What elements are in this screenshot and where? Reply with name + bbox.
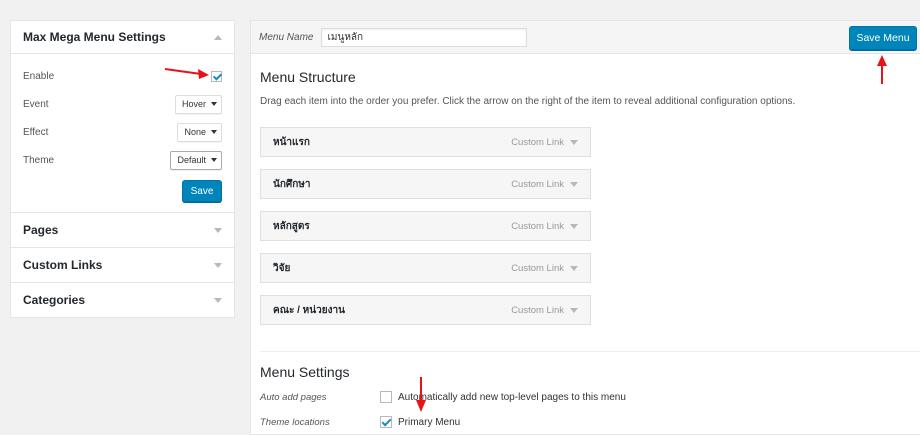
theme-select[interactable]: Default <box>170 150 222 170</box>
dropdown-caret-icon <box>211 102 217 106</box>
menu-item[interactable]: คณะ / หน่วยงาน Custom Link <box>260 295 591 325</box>
menu-header: Menu Name เมนูหลัก Save Menu <box>251 21 920 54</box>
event-select[interactable]: Hover <box>174 94 222 114</box>
effect-row: Effect None <box>23 118 222 146</box>
auto-add-label: Auto add pages <box>260 392 327 403</box>
menu-item-title: วิจัย <box>273 262 291 274</box>
menu-item[interactable]: วิจัย Custom Link <box>260 253 591 283</box>
accordion-custom-links-label: Custom Links <box>23 258 103 272</box>
left-column: Max Mega Menu Settings Enable Event Hove… <box>10 20 235 318</box>
mega-menu-settings-box: Max Mega Menu Settings Enable Event Hove… <box>10 20 235 318</box>
menu-item[interactable]: นักศึกษา Custom Link <box>260 169 591 199</box>
menu-structure-title: Menu Structure <box>260 69 356 85</box>
menu-settings-title: Menu Settings <box>260 364 350 380</box>
effect-select-value: None <box>184 127 206 137</box>
menu-item-type: Custom Link <box>511 305 578 316</box>
enable-checkbox[interactable] <box>211 70 222 82</box>
mega-menu-settings-title: Max Mega Menu Settings <box>23 30 166 44</box>
menu-item[interactable]: หลักสูตร Custom Link <box>260 211 591 241</box>
menu-item-type-label: Custom Link <box>511 262 564 274</box>
accordion-pages[interactable]: Pages <box>11 212 234 247</box>
primary-menu-checkbox[interactable] <box>380 416 392 428</box>
expand-arrow-icon[interactable] <box>570 139 578 145</box>
accordion-pages-label: Pages <box>23 223 59 237</box>
theme-locations-label: Theme locations <box>260 417 330 428</box>
menu-item-type: Custom Link <box>511 137 578 148</box>
menu-edit-panel: Menu Name เมนูหลัก Save Menu Menu Struct… <box>250 20 920 435</box>
section-divider <box>260 351 920 352</box>
menu-structure-description: Drag each item into the order you prefer… <box>260 96 796 107</box>
primary-menu-option: Primary Menu <box>380 416 460 428</box>
expand-arrow-icon <box>214 227 222 233</box>
effect-label: Effect <box>23 126 49 138</box>
enable-label: Enable <box>23 70 55 82</box>
accordion-categories-label: Categories <box>23 293 86 307</box>
menu-item-type: Custom Link <box>511 179 578 190</box>
menu-item-title: หน้าแรก <box>273 136 310 148</box>
annotation-arrow-icon <box>416 377 426 412</box>
expand-arrow-icon[interactable] <box>570 265 578 271</box>
mega-menu-settings-header[interactable]: Max Mega Menu Settings <box>11 21 234 54</box>
dropdown-caret-icon <box>211 158 217 162</box>
expand-arrow-icon[interactable] <box>570 181 578 187</box>
mega-menu-save-button[interactable]: Save <box>182 180 222 202</box>
theme-label: Theme <box>23 154 55 166</box>
theme-select-value: Default <box>177 155 206 165</box>
event-label: Event <box>23 98 49 110</box>
menu-name-input[interactable]: เมนูหลัก <box>321 27 528 47</box>
menu-item-type-label: Custom Link <box>511 304 564 316</box>
menu-item-title: นักศึกษา <box>273 178 311 190</box>
annotation-arrow-icon <box>164 68 209 79</box>
menu-item-title: หลักสูตร <box>273 220 310 232</box>
annotation-arrow-icon <box>877 55 887 84</box>
expand-arrow-icon[interactable] <box>570 223 578 229</box>
save-menu-button[interactable]: Save Menu <box>849 26 917 50</box>
menu-item-type: Custom Link <box>511 221 578 232</box>
event-select-value: Hover <box>181 99 206 109</box>
menu-item[interactable]: หน้าแรก Custom Link <box>260 127 591 157</box>
auto-add-checkbox[interactable] <box>380 391 392 403</box>
menu-item-title: คณะ / หน่วยงาน <box>273 304 345 316</box>
expand-arrow-icon[interactable] <box>570 307 578 313</box>
save-row: Save <box>23 180 222 202</box>
expand-arrow-icon <box>214 262 222 268</box>
accordion-custom-links[interactable]: Custom Links <box>11 247 234 282</box>
accordion-categories[interactable]: Categories <box>11 282 234 317</box>
theme-row: Theme Default <box>23 146 222 174</box>
menu-item-type: Custom Link <box>511 263 578 274</box>
menu-name-label: Menu Name <box>259 31 314 43</box>
collapse-arrow-icon[interactable] <box>214 34 222 40</box>
menu-item-type-label: Custom Link <box>511 136 564 148</box>
primary-menu-text[interactable]: Primary Menu <box>398 417 460 428</box>
effect-select[interactable]: None <box>177 122 222 142</box>
auto-add-text[interactable]: Automatically add new top-level pages to… <box>398 392 626 403</box>
menu-item-type-label: Custom Link <box>511 220 564 232</box>
dropdown-caret-icon <box>211 130 217 134</box>
expand-arrow-icon <box>214 297 222 303</box>
menu-item-type-label: Custom Link <box>511 178 564 190</box>
event-row: Event Hover <box>23 90 222 118</box>
